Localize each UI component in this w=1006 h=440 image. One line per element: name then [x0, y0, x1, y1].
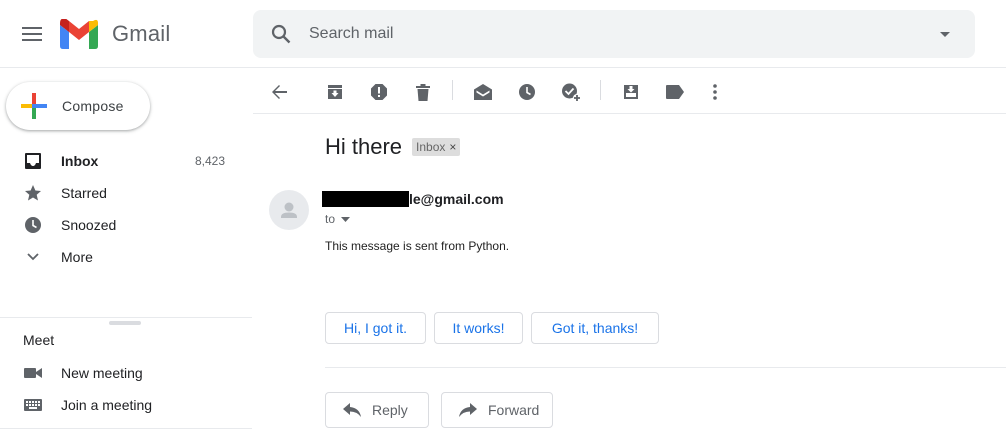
labels-button[interactable] — [659, 76, 691, 108]
mark-unread-icon — [474, 84, 492, 100]
move-to-button[interactable] — [615, 76, 647, 108]
sidebar-item-inbox[interactable]: Inbox 8,423 — [0, 145, 252, 177]
snooze-button[interactable] — [511, 76, 543, 108]
message-toolbar — [253, 68, 1006, 114]
inbox-icon — [23, 151, 43, 171]
compose-label: Compose — [62, 98, 124, 114]
hamburger-menu-icon — [22, 27, 42, 41]
report-spam-icon — [371, 84, 387, 100]
reply-icon — [342, 400, 362, 420]
trash-icon — [416, 83, 430, 101]
meet-list: New meeting Join a meeting — [0, 357, 252, 421]
add-task-icon — [562, 83, 581, 102]
top-bar: Gmail — [0, 0, 1006, 68]
compose-button[interactable]: Compose — [6, 82, 150, 130]
back-button[interactable] — [263, 76, 295, 108]
recipient-details-toggle[interactable]: to — [325, 212, 351, 226]
inbox-label-chip[interactable]: Inbox × — [412, 138, 461, 156]
sidebar-divider — [0, 317, 252, 318]
resize-handle[interactable] — [109, 321, 141, 325]
remove-label-button[interactable]: × — [449, 140, 456, 154]
toolbar-divider — [600, 80, 601, 100]
label-icon — [666, 85, 684, 99]
person-icon — [281, 202, 297, 218]
meet-item-join-meeting[interactable]: Join a meeting — [0, 389, 252, 421]
forward-button[interactable]: Forward — [441, 392, 553, 428]
forward-label: Forward — [488, 402, 540, 418]
to-label: to — [325, 212, 336, 226]
sidebar-item-more[interactable]: More — [0, 241, 252, 273]
dropdown-arrow-icon — [940, 31, 950, 37]
archive-icon — [328, 85, 342, 99]
sender-email-suffix: le@gmail.com — [409, 191, 504, 207]
meet-section-title: Meet — [23, 332, 55, 348]
sender-address[interactable]: le@gmail.com — [322, 190, 504, 208]
meet-item-label: Join a meeting — [61, 397, 153, 413]
message-divider — [325, 367, 1006, 368]
sidebar-item-starred[interactable]: Starred — [0, 177, 252, 209]
email-body: This message is sent from Python. — [325, 239, 510, 253]
sidebar-item-label: Inbox — [61, 153, 99, 169]
sidebar-bottom-divider — [0, 428, 252, 429]
star-icon — [23, 183, 43, 203]
compose-plus-icon — [6, 82, 62, 130]
smart-reply-3[interactable]: Got it, thanks! — [531, 312, 659, 344]
search-input[interactable] — [309, 25, 915, 43]
label-chip-text: Inbox — [416, 140, 446, 154]
redacted-block — [322, 191, 409, 207]
report-spam-button[interactable] — [363, 76, 395, 108]
archive-button[interactable] — [319, 76, 351, 108]
email-subject-row: Hi there Inbox × — [325, 134, 461, 160]
clock-icon — [23, 215, 43, 235]
keyboard-icon — [23, 395, 43, 415]
gmail-m-icon — [60, 19, 98, 49]
search-bar — [253, 10, 975, 58]
search-icon — [271, 24, 291, 44]
chevron-down-icon — [23, 247, 43, 267]
mail-nav: Inbox 8,423 Starred Snoozed More — [0, 145, 252, 273]
email-subject: Hi there — [325, 134, 403, 159]
sidebar: Compose Inbox 8,423 Starred Snoozed More… — [0, 68, 252, 440]
gmail-logo[interactable]: Gmail — [60, 18, 170, 50]
reply-label: Reply — [372, 402, 408, 418]
forward-icon — [458, 400, 478, 420]
arrow-back-icon — [272, 85, 287, 99]
sidebar-item-label: Starred — [61, 185, 107, 201]
sidebar-item-snoozed[interactable]: Snoozed — [0, 209, 252, 241]
main-menu-button[interactable] — [14, 16, 50, 52]
toolbar-divider — [452, 80, 453, 100]
smart-reply-2[interactable]: It works! — [434, 312, 523, 344]
smart-reply-1[interactable]: Hi, I got it. — [325, 312, 426, 344]
sender-avatar[interactable] — [269, 190, 309, 230]
add-to-tasks-button[interactable] — [555, 76, 587, 108]
dropdown-arrow-icon — [341, 216, 351, 222]
meet-item-new-meeting[interactable]: New meeting — [0, 357, 252, 389]
delete-button[interactable] — [407, 76, 439, 108]
meet-item-label: New meeting — [61, 365, 143, 381]
clock-icon — [519, 84, 535, 100]
search-options-button[interactable] — [915, 10, 975, 58]
mark-unread-button[interactable] — [467, 76, 499, 108]
move-to-icon — [624, 85, 638, 99]
search-button[interactable] — [253, 10, 309, 58]
more-options-button[interactable] — [699, 76, 731, 108]
sidebar-item-label: More — [61, 249, 93, 265]
sidebar-item-label: Snoozed — [61, 217, 117, 233]
inbox-unread-count: 8,423 — [194, 154, 225, 168]
video-camera-icon — [23, 363, 43, 383]
more-vert-icon — [713, 84, 717, 100]
gmail-wordmark: Gmail — [112, 21, 171, 46]
reply-button[interactable]: Reply — [325, 392, 429, 428]
